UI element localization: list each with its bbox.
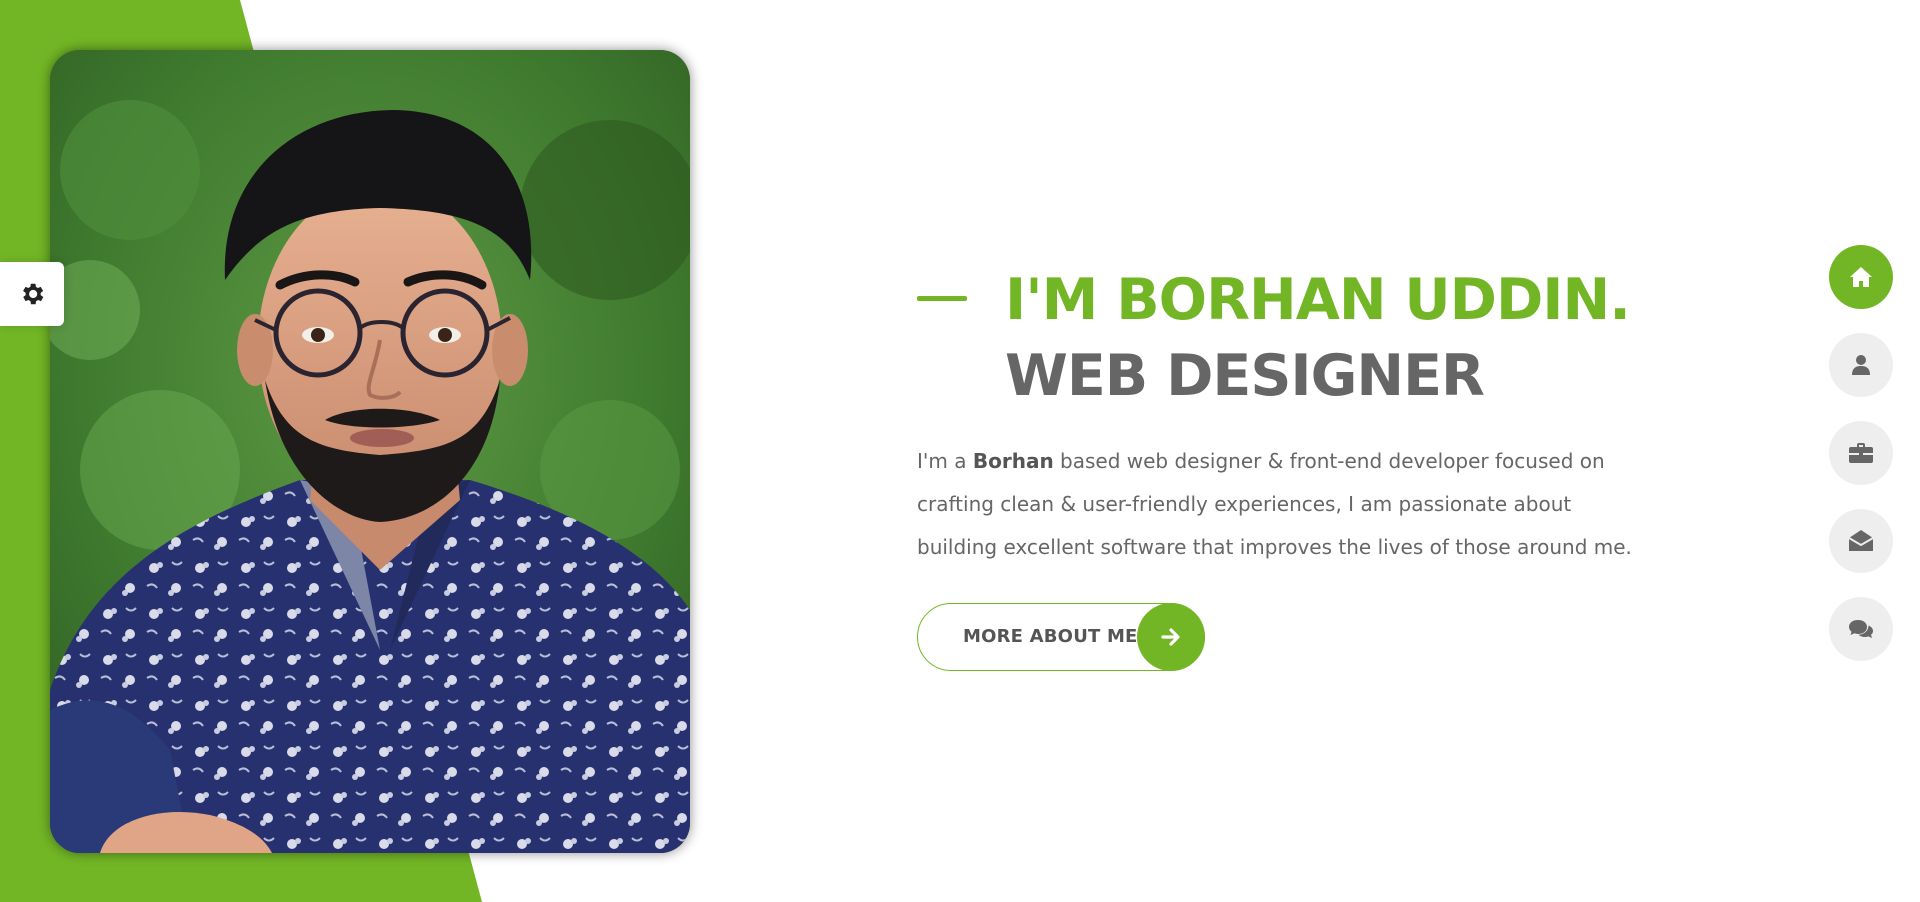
hero-intro-text: I'm a Borhan based web designer & front-…	[917, 440, 1637, 569]
nav-portfolio-button[interactable]	[1829, 421, 1893, 485]
nav-home-button[interactable]	[1829, 245, 1893, 309]
gear-icon	[23, 283, 44, 305]
intro-bold-name: Borhan	[972, 449, 1054, 473]
profile-photo	[50, 50, 690, 853]
arrow-right-icon	[1137, 603, 1205, 671]
nav-blog-button[interactable]	[1829, 597, 1893, 661]
comments-icon	[1849, 620, 1873, 638]
briefcase-icon	[1849, 443, 1873, 463]
side-navigation	[1829, 245, 1893, 685]
hero-title-name: I'M BORHAN UDDIN.	[1005, 267, 1631, 333]
hero-section: I'M BORHAN UDDIN. WEB DESIGNER I'm a Bor…	[917, 262, 1637, 671]
intro-prefix: I'm a	[917, 449, 973, 473]
more-about-me-button[interactable]: MORE ABOUT ME	[917, 603, 1205, 671]
more-about-me-label: MORE ABOUT ME	[963, 626, 1138, 647]
settings-toggle-button[interactable]	[0, 262, 64, 326]
envelope-open-icon	[1848, 530, 1874, 551]
nav-about-button[interactable]	[1829, 333, 1893, 397]
profile-photo-illustration	[50, 50, 690, 853]
hero-title: I'M BORHAN UDDIN. WEB DESIGNER	[1005, 262, 1637, 414]
nav-contact-button[interactable]	[1829, 509, 1893, 573]
hero-title-role: WEB DESIGNER	[1005, 343, 1485, 409]
home-page: I'M BORHAN UDDIN. WEB DESIGNER I'm a Bor…	[0, 0, 1920, 902]
user-icon	[1852, 355, 1870, 375]
home-icon	[1850, 267, 1872, 287]
title-accent-line	[917, 296, 967, 301]
